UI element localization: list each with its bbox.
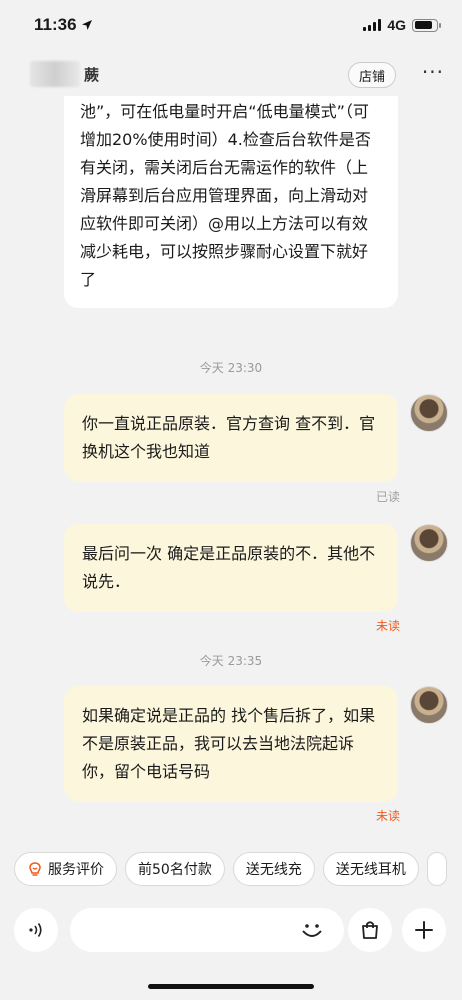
location-arrow-icon xyxy=(81,20,92,30)
chip-label: 送无线耳机 xyxy=(335,862,406,878)
chip-first-50[interactable]: 前50名付款 xyxy=(125,852,225,886)
voice-icon xyxy=(29,923,42,937)
store-button[interactable]: 店铺 xyxy=(347,62,396,88)
chat-area[interactable]: 池”，可在低电量时开启“低电量模式”（可增加20%使用时间）4.检查后台软件是否… xyxy=(0,96,462,842)
status-bar: 11:36 4G xyxy=(0,0,462,50)
clock-text: 11:36 xyxy=(34,15,77,34)
chat-title: 蕨 xyxy=(84,65,100,84)
chip-label: 服务评价 xyxy=(48,862,104,878)
timestamp-label: 今天 23:30 xyxy=(199,361,263,375)
read-receipt: 已读 xyxy=(376,490,401,504)
voice-button[interactable] xyxy=(14,908,58,952)
home-indicator[interactable] xyxy=(148,984,314,989)
signal-icon xyxy=(363,19,382,31)
chip-label: 送无线充 xyxy=(245,862,302,878)
user-avatar[interactable] xyxy=(410,524,448,562)
message-text: 你一直说正品原装．官方查询 查不到．官换机这个我也知道 xyxy=(82,414,376,461)
quick-reply-bar: 服务评价 前50名付款 送无线充 送无线耳机 xyxy=(0,852,462,888)
chip-wireless-charger[interactable]: 送无线充 xyxy=(232,852,315,886)
input-bar xyxy=(0,902,462,958)
unread-receipt: 未读 xyxy=(376,619,401,633)
shopping-bag-icon xyxy=(362,921,378,939)
user-avatar[interactable] xyxy=(410,394,448,432)
service-review-icon xyxy=(29,862,41,876)
network-label: 4G xyxy=(387,17,406,33)
unread-receipt: 未读 xyxy=(376,809,401,823)
outgoing-message[interactable]: 你一直说正品原装．官方查询 查不到．官换机这个我也知道 xyxy=(64,394,398,482)
outgoing-message[interactable]: 如果确定说是正品的 找个售后拆了，如果不是原装正品，我可以去当地法院起诉你，留个… xyxy=(64,686,398,802)
plus-icon xyxy=(415,921,433,939)
chip-more[interactable] xyxy=(426,852,447,886)
product-button[interactable] xyxy=(348,908,392,952)
message-text: 最后问一次 确定是正品原装的不．其他不说先． xyxy=(82,544,376,591)
smile-icon xyxy=(302,924,322,937)
incoming-message[interactable]: 池”，可在低电量时开启“低电量模式”（可增加20%使用时间）4.检查后台软件是否… xyxy=(64,96,398,308)
battery-icon xyxy=(412,18,441,32)
user-avatar[interactable] xyxy=(410,686,448,724)
chip-service-review[interactable]: 服务评价 xyxy=(14,852,117,886)
chip-label: 前50名付款 xyxy=(138,862,212,878)
status-time: 11:36 xyxy=(34,15,93,35)
outgoing-message[interactable]: 最后问一次 确定是正品原装的不．其他不说先． xyxy=(64,524,398,612)
blurred-avatar xyxy=(30,61,80,87)
message-text: 池”，可在低电量时开启“低电量模式”（可增加20%使用时间）4.检查后台软件是否… xyxy=(80,102,371,289)
message-text: 如果确定说是正品的 找个售后拆了，如果不是原装正品，我可以去当地法院起诉你，留个… xyxy=(82,706,376,781)
chat-header: 蕨 店铺 ··· xyxy=(0,52,462,96)
emoji-button[interactable] xyxy=(298,916,326,944)
timestamp-label: 今天 23:35 xyxy=(199,654,263,668)
status-indicators: 4G xyxy=(363,17,441,33)
add-button[interactable] xyxy=(402,908,446,952)
more-options-icon[interactable]: ··· xyxy=(422,62,444,82)
chip-wireless-earphones[interactable]: 送无线耳机 xyxy=(322,852,419,886)
